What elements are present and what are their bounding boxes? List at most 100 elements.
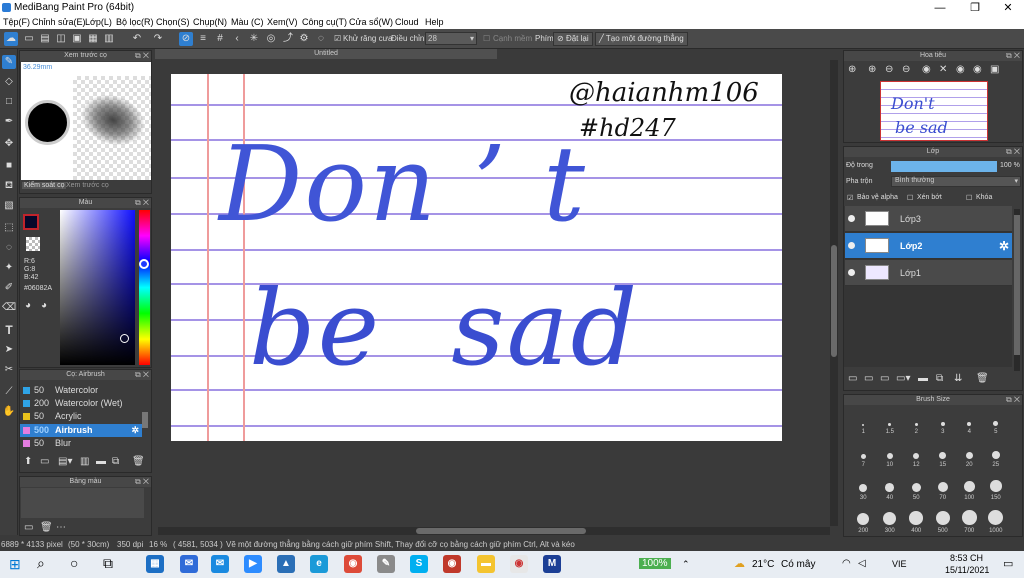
snap-settings-icon[interactable]: ⚙ (297, 32, 311, 46)
zoom-in-icon[interactable]: ⊕ (868, 64, 876, 75)
zoom-in-icon[interactable]: ⊕ (848, 64, 856, 75)
rotate-left-icon[interactable]: ◉ (956, 64, 965, 75)
brush-size-option[interactable]: 20 (956, 443, 983, 468)
menu-filter[interactable]: Bộ lọc(R) (116, 17, 154, 27)
panel-controls[interactable]: ⧉ ✕ (1006, 147, 1020, 157)
app-calendar-icon[interactable]: ▦ (146, 555, 164, 573)
visibility-icon[interactable] (848, 269, 855, 276)
brush-size-option[interactable]: 700 (956, 509, 983, 534)
maximize-button[interactable]: ❐ (960, 0, 990, 16)
select-tool-icon[interactable]: ⬚ (2, 221, 16, 235)
lasso-tool-icon[interactable]: ◌ (2, 241, 16, 255)
menu-layer[interactable]: Lớp(L) (85, 17, 112, 27)
language-indicator[interactable]: VIE (892, 559, 907, 569)
dot-tool-icon[interactable]: □ (2, 95, 16, 109)
blend-select[interactable]: Bình thường ▾ (891, 176, 1021, 187)
cloud-icon[interactable]: ☁ (4, 32, 18, 46)
background-swatch[interactable] (26, 237, 40, 251)
more-icon[interactable]: ⋯ (56, 522, 66, 533)
search-icon[interactable]: ⌕ (37, 555, 45, 572)
app-chrome3-icon[interactable]: ◉ (510, 555, 528, 573)
trash-icon[interactable]: 🗑 (132, 456, 145, 467)
snap-off-icon[interactable]: ⊘ (179, 32, 193, 46)
panel-controls[interactable]: ⧉ ✕ (1006, 395, 1020, 405)
navigator-thumbnail[interactable]: Don't be sad (880, 81, 988, 141)
new-layer-icon[interactable]: ▭ (848, 373, 857, 384)
brush-size-option[interactable]: 150 (983, 476, 1010, 501)
menu-help[interactable]: Help (425, 17, 444, 27)
close-button[interactable]: ✕ (993, 0, 1023, 16)
smoothing-checkbox[interactable]: ☐ (483, 34, 490, 43)
visibility-icon[interactable] (848, 215, 855, 222)
rotate-icon[interactable]: ◉ (922, 64, 931, 75)
clock-time[interactable]: 8:53 CH (950, 553, 983, 563)
menu-cloud[interactable]: Cloud (395, 17, 419, 27)
trash-icon[interactable]: 🗑 (976, 373, 989, 384)
app-chat-icon[interactable]: ✉ (180, 555, 198, 573)
menu-view[interactable]: Xem(V) (267, 17, 298, 27)
add-brush-icon[interactable]: ⬆ (24, 456, 32, 467)
brush-size-option[interactable]: 15 (930, 443, 957, 468)
correction-select[interactable]: 28 ▾ (425, 32, 477, 45)
app-zoom-icon[interactable]: ▶ (244, 555, 262, 573)
menu-tools[interactable]: Công cụ(T) (302, 17, 347, 27)
panel-controls[interactable]: ⧉ ✕ (1006, 51, 1020, 61)
fit-icon[interactable]: ✕ (939, 64, 947, 75)
fill-tool-icon[interactable]: ■ (2, 159, 16, 173)
snap-circle-icon[interactable]: ◎ (264, 32, 278, 46)
palette-icon[interactable]: ◕ (25, 300, 31, 311)
brush-size-option[interactable]: 1.5 (877, 410, 904, 435)
brush-size-option[interactable]: 30 (850, 476, 877, 501)
visibility-icon[interactable] (848, 242, 855, 249)
brush-size-option[interactable]: 40 (877, 476, 904, 501)
app-photos-icon[interactable]: ▲ (277, 555, 295, 573)
gear-icon[interactable]: ✲ (131, 424, 139, 437)
straight-line-button[interactable]: ╱ Tạo một đường thẳng (595, 32, 688, 46)
menu-color[interactable]: Màu (C) (231, 17, 264, 27)
notification-icon[interactable]: ▭ (1003, 557, 1013, 570)
app-medibang-icon[interactable]: M (543, 555, 561, 573)
divide-tool-icon[interactable]: ✂ (2, 363, 16, 377)
layer-row[interactable]: Lớp3 (845, 206, 1012, 232)
brush-copy-icon[interactable]: ⧉ (112, 456, 119, 467)
panel-controls[interactable]: ⧉ ✕ (135, 477, 149, 487)
antialias-checkbox[interactable]: ☑ (334, 34, 341, 43)
opacity-slider[interactable] (891, 161, 997, 172)
brush-size-option[interactable]: 25 (983, 443, 1010, 468)
select-pen-icon[interactable]: ✐ (2, 281, 16, 295)
new-icon[interactable]: ▭ (22, 32, 36, 46)
brush-size-option[interactable]: 50 (903, 476, 930, 501)
comment-icon[interactable]: ◫ (54, 32, 68, 46)
brush-size-option[interactable]: 10 (877, 443, 904, 468)
menu-edit[interactable]: Chỉnh sửa(E) (32, 17, 86, 27)
snap-radial-icon[interactable]: ✳ (247, 32, 261, 46)
layer-row[interactable]: Lớp2 ✲ (845, 233, 1012, 259)
bucket-tool-icon[interactable]: ⛾ (2, 179, 16, 193)
app-mail-icon[interactable]: ✉ (211, 555, 229, 573)
chevron-up-icon[interactable]: ⌃ (682, 559, 690, 570)
app-explorer-icon[interactable]: ▬ (477, 555, 495, 573)
brush-item[interactable]: 50 Acrylic (20, 410, 150, 423)
brush-size-option[interactable]: 70 (930, 476, 957, 501)
vertical-scrollbar[interactable] (830, 60, 838, 526)
snap-vanishing-icon[interactable]: ‹ (230, 32, 244, 46)
tab-brush-preview[interactable]: Xem trước cọ (66, 182, 109, 189)
eyedropper-icon[interactable]: ⟋ (2, 385, 16, 399)
brush-size-option[interactable]: 100 (956, 476, 983, 501)
tab-brush-control[interactable]: Kiểm soát cọ (22, 182, 67, 189)
menu-select[interactable]: Chọn(S) (156, 17, 190, 27)
undo-icon[interactable]: ↶ (130, 32, 144, 46)
brush-size-option[interactable]: 12 (903, 443, 930, 468)
brush-folder-icon[interactable]: ▬ (96, 456, 106, 467)
cortana-icon[interactable]: ○ (70, 555, 78, 571)
operation-tool-icon[interactable]: ➤ (2, 343, 16, 357)
layout-icon[interactable]: ▥ (102, 32, 116, 46)
new-folder-icon[interactable]: ▬ (918, 373, 928, 384)
app-paint-icon[interactable]: ✎ (377, 555, 395, 573)
pen-tool-icon[interactable]: ✒ (2, 115, 16, 129)
app-chrome2-icon[interactable]: ◉ (443, 555, 461, 573)
brush-export-icon[interactable]: ▥ (80, 456, 89, 467)
layer-scroll-thumb[interactable] (1014, 215, 1020, 355)
volume-icon[interactable]: ◁ (858, 558, 866, 569)
snap-curve-icon[interactable]: ⤴ (281, 32, 295, 46)
